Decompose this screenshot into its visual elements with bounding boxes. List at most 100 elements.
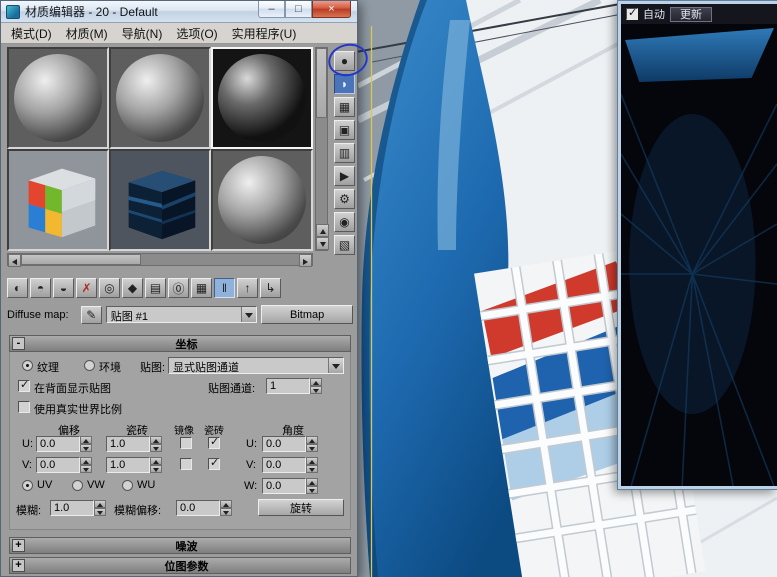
material-slot-4[interactable]: [7, 149, 109, 251]
material-slot-1[interactable]: [7, 47, 109, 149]
video-color-check-icon[interactable]: ▥: [334, 143, 355, 163]
make-material-copy-icon[interactable]: ◎: [99, 278, 120, 298]
menu-item-navigation[interactable]: 导航(N): [115, 23, 170, 44]
material-map-navigator-icon[interactable]: ▧: [334, 235, 355, 255]
map-mode-dropdown[interactable]: 显式贴图通道: [168, 357, 344, 374]
material-slot-2[interactable]: [109, 47, 211, 149]
spinner-up-icon[interactable]: [306, 457, 318, 465]
spinner-down-icon[interactable]: [80, 444, 92, 452]
maximize-button[interactable]: □: [285, 1, 312, 18]
spinner-down-icon[interactable]: [306, 465, 318, 473]
w-angle-spinner[interactable]: 0.0: [262, 478, 318, 494]
wu-radio[interactable]: [122, 480, 133, 491]
make-unique-icon[interactable]: ◆: [122, 278, 143, 298]
spinner-up-icon[interactable]: [80, 436, 92, 444]
get-material-icon[interactable]: ◐: [7, 278, 28, 298]
v-tile-checkbox[interactable]: [208, 458, 220, 470]
menu-item-options[interactable]: 选项(O): [169, 23, 224, 44]
u-angle-spinner[interactable]: 0.0: [262, 436, 318, 452]
v-tiling-spinner[interactable]: 1.0: [106, 457, 162, 473]
bitmap-parameters-rollout-header[interactable]: + 位图参数: [9, 557, 351, 574]
material-slot-3[interactable]: [211, 47, 313, 149]
options-icon[interactable]: ⚙: [334, 189, 355, 209]
scroll-left-button[interactable]: [8, 254, 21, 267]
u-tiling-value[interactable]: 1.0: [106, 436, 150, 452]
v-angle-spinner[interactable]: 0.0: [262, 457, 318, 473]
spinner-up-icon[interactable]: [220, 500, 232, 508]
v-offset-spinner[interactable]: 0.0: [36, 457, 92, 473]
put-material-to-scene-icon[interactable]: ◓: [30, 278, 51, 298]
menu-item-material[interactable]: 材质(M): [59, 23, 115, 44]
minimize-button[interactable]: –: [258, 1, 285, 18]
auto-update-checkbox[interactable]: [626, 8, 638, 20]
blur-offset-value[interactable]: 0.0: [176, 500, 220, 516]
material-id-channel-icon[interactable]: ⓪: [168, 278, 189, 298]
expand-icon[interactable]: +: [12, 539, 25, 552]
assign-material-to-selection-icon[interactable]: ◒: [53, 278, 74, 298]
u-mirror-checkbox[interactable]: [180, 437, 192, 449]
spinner-up-icon[interactable]: [150, 436, 162, 444]
expand-icon[interactable]: +: [12, 559, 25, 572]
spinner-up-icon[interactable]: [310, 378, 322, 386]
scroll-up-button[interactable]: [316, 224, 329, 237]
spinner-down-icon[interactable]: [310, 386, 322, 394]
uv-radio[interactable]: [22, 480, 33, 491]
slot-horizontal-scrollbar[interactable]: [7, 253, 313, 266]
show-map-in-viewport-icon[interactable]: ▦: [191, 278, 212, 298]
spinner-down-icon[interactable]: [306, 444, 318, 452]
noise-rollout-header[interactable]: + 噪波: [9, 537, 351, 554]
v-offset-value[interactable]: 0.0: [36, 457, 80, 473]
map-channel-spinner[interactable]: 1: [266, 378, 322, 394]
map-name-dropdown[interactable]: 贴图 #1: [106, 306, 258, 323]
texture-radio[interactable]: [22, 360, 33, 371]
sample-uv-tiling-icon[interactable]: ▣: [334, 120, 355, 140]
make-preview-icon[interactable]: ▶: [334, 166, 355, 186]
map-type-button[interactable]: Bitmap: [261, 305, 353, 324]
real-world-scale-checkbox[interactable]: [18, 401, 30, 413]
blur-offset-spinner[interactable]: 0.0: [176, 500, 232, 516]
spinner-up-icon[interactable]: [94, 500, 106, 508]
pick-material-icon[interactable]: ✎: [81, 306, 102, 324]
scroll-down-button[interactable]: [316, 237, 329, 250]
reset-map-icon[interactable]: ✗: [76, 278, 97, 298]
spinner-down-icon[interactable]: [94, 508, 106, 516]
material-slot-5[interactable]: [109, 149, 211, 251]
slot-vertical-scrollbar[interactable]: [315, 47, 328, 251]
scroll-right-button[interactable]: [299, 254, 312, 267]
sample-type-icon[interactable]: ●: [334, 51, 355, 71]
spinner-up-icon[interactable]: [150, 457, 162, 465]
scrollbar-thumb[interactable]: [316, 48, 327, 118]
u-tiling-spinner[interactable]: 1.0: [106, 436, 162, 452]
spinner-up-icon[interactable]: [80, 457, 92, 465]
background-icon[interactable]: ▦: [334, 97, 355, 117]
close-button[interactable]: ×: [312, 1, 351, 18]
backlight-icon[interactable]: ◗: [334, 74, 355, 94]
go-to-parent-icon[interactable]: ↑: [237, 278, 258, 298]
w-angle-value[interactable]: 0.0: [262, 478, 306, 494]
show-map-on-back-checkbox[interactable]: [18, 380, 30, 392]
v-mirror-checkbox[interactable]: [180, 458, 192, 470]
select-by-material-icon[interactable]: ◉: [334, 212, 355, 232]
window-titlebar[interactable]: 材质编辑器 - 20 - Default – □ ×: [1, 1, 357, 23]
spinner-down-icon[interactable]: [150, 444, 162, 452]
go-forward-to-sibling-icon[interactable]: ↳: [260, 278, 281, 298]
preview-titlebar[interactable]: 自动 更新: [621, 4, 777, 24]
spinner-down-icon[interactable]: [220, 508, 232, 516]
u-tile-checkbox[interactable]: [208, 437, 220, 449]
spinner-down-icon[interactable]: [80, 465, 92, 473]
u-offset-spinner[interactable]: 0.0: [36, 436, 92, 452]
u-offset-value[interactable]: 0.0: [36, 436, 80, 452]
blur-value[interactable]: 1.0: [50, 500, 94, 516]
spinner-up-icon[interactable]: [306, 436, 318, 444]
menu-item-mode[interactable]: 模式(D): [4, 23, 59, 44]
vw-radio[interactable]: [72, 480, 83, 491]
menu-item-utilities[interactable]: 实用程序(U): [225, 23, 304, 44]
u-angle-value[interactable]: 0.0: [262, 436, 306, 452]
v-tiling-value[interactable]: 1.0: [106, 457, 150, 473]
material-slot-6[interactable]: [211, 149, 313, 251]
spinner-down-icon[interactable]: [306, 486, 318, 494]
spinner-up-icon[interactable]: [306, 478, 318, 486]
put-to-library-icon[interactable]: ▤: [145, 278, 166, 298]
environment-radio[interactable]: [84, 360, 95, 371]
blur-spinner[interactable]: 1.0: [50, 500, 106, 516]
